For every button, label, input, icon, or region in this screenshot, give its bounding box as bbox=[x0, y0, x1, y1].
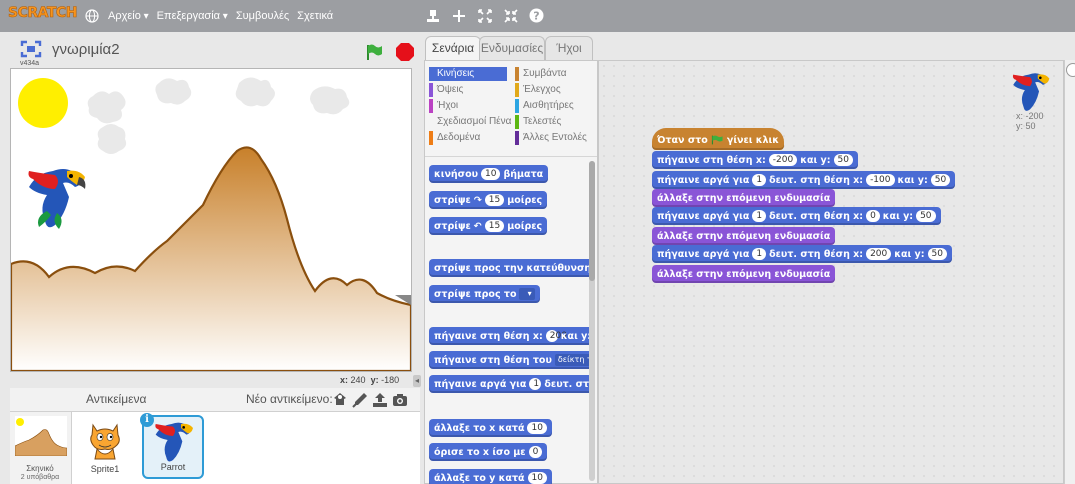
rotate-counterclockwise-icon: ↶ bbox=[473, 220, 482, 232]
grow-icon[interactable] bbox=[476, 7, 493, 24]
current-sprite-preview bbox=[1012, 73, 1050, 111]
block-glide[interactable]: πήγαινε αργά για 1 δευτ. στη θέση x: -100 κα… bbox=[652, 171, 956, 189]
menu-edit[interactable]: Επεξεργασία bbox=[157, 10, 228, 22]
info-icon[interactable]: i bbox=[140, 413, 154, 427]
block-change-y[interactable]: άλλαξε το y κατά 10 bbox=[429, 469, 552, 484]
scripts-scrollbar[interactable] bbox=[1064, 60, 1075, 484]
new-sprite-label: Νέο αντικείμενο: bbox=[246, 392, 333, 406]
block-move-steps[interactable]: κινήσου 10 βήματα bbox=[429, 165, 549, 183]
block-when-flag-clicked[interactable]: Όταν στο γίνει κλικ bbox=[652, 128, 784, 150]
cat-sprite-thumbnail bbox=[90, 423, 120, 460]
category-more-blocks[interactable]: Άλλες Εντολές bbox=[515, 131, 593, 145]
presentation-mode-icon[interactable] bbox=[20, 40, 42, 58]
sun bbox=[18, 78, 68, 128]
menu-file[interactable]: Αρχείο bbox=[108, 10, 149, 22]
zoom-icon[interactable] bbox=[1066, 63, 1075, 77]
mouse-coordinates: x: 240 y: -180 bbox=[340, 375, 400, 385]
sprite-name-sprite1: Sprite1 bbox=[90, 464, 120, 474]
block-glide[interactable]: πήγαινε αργά για1δευτ. στη θέση bbox=[429, 375, 595, 393]
tab-sounds[interactable]: Ήχοι bbox=[545, 36, 593, 60]
category-motion[interactable]: Κινήσεις bbox=[429, 67, 507, 81]
stage-thumbnail-panel[interactable]: Σκηνικό 2 υπόβαθρα bbox=[10, 412, 72, 484]
sprite-tile-parrot[interactable]: i Parrot bbox=[140, 413, 204, 479]
point-towards-dropdown: ▾ bbox=[519, 288, 535, 300]
project-title[interactable]: γνωριμία2 bbox=[52, 41, 120, 58]
stage-thumbnail bbox=[15, 416, 67, 456]
menu-tips[interactable]: Συμβουλές bbox=[236, 10, 289, 22]
sprite-library-icon[interactable] bbox=[332, 392, 348, 408]
delete-scissors-icon[interactable] bbox=[450, 7, 467, 24]
language-globe-icon[interactable] bbox=[84, 8, 100, 24]
version-label: v434a bbox=[20, 60, 40, 67]
stop-icon[interactable] bbox=[395, 42, 415, 62]
category-control[interactable]: Έλεγχος bbox=[515, 83, 593, 97]
camera-icon[interactable] bbox=[392, 392, 408, 408]
sprites-label: Αντικείμενα bbox=[86, 392, 147, 406]
parrot-sprite-thumbnail bbox=[155, 422, 193, 462]
stage-tile-name: Σκηνικό bbox=[26, 464, 54, 473]
sprite-list: Sprite1 i Parrot bbox=[72, 412, 420, 484]
category-sensing[interactable]: Αισθητήρες bbox=[515, 99, 593, 113]
block-palette: Κινήσεις Συμβάντα Όψεις Έλεγχος Ήχοι Αισ… bbox=[424, 60, 598, 484]
block-turn-right[interactable]: στρίψε ↷ 15 μοίρες bbox=[429, 191, 548, 209]
block-glide[interactable]: πήγαινε αργά για 1 δευτ. στη θέση x: 0 και y… bbox=[652, 207, 941, 225]
sprite-name-parrot: Parrot bbox=[160, 462, 186, 472]
palette-scrollbar[interactable] bbox=[589, 161, 595, 481]
menu-about[interactable]: Σχετικά bbox=[297, 10, 333, 22]
block-glide[interactable]: πήγαινε αργά για 1 δευτ. στη θέση x: 200 και… bbox=[652, 245, 952, 263]
block-point-towards[interactable]: στρίψε προς το ▾ bbox=[429, 285, 540, 303]
block-point-in-direction[interactable]: στρίψε προς την κατεύθυνση90 bbox=[429, 259, 595, 277]
sprite-position-readout: x: -200 y: 50 bbox=[1016, 111, 1044, 131]
block-set-x[interactable]: όρισε το x ίσο με 0 bbox=[429, 443, 548, 461]
rotate-clockwise-icon: ↷ bbox=[473, 194, 482, 206]
block-go-to-xy[interactable]: πήγαινε στη θέση x: -200 και y: 50 bbox=[652, 151, 858, 169]
block-next-costume[interactable]: άλλαξε στην επόμενη ενδυμασία bbox=[652, 189, 836, 207]
category-data[interactable]: Δεδομένα bbox=[429, 131, 507, 145]
block-turn-left[interactable]: στρίψε ↶ 15 μοίρες bbox=[429, 217, 548, 235]
category-events[interactable]: Συμβάντα bbox=[515, 67, 593, 81]
shrink-icon[interactable] bbox=[502, 7, 519, 24]
sprite-tile-sprite1[interactable]: Sprite1 bbox=[74, 415, 136, 479]
upload-sprite-icon[interactable] bbox=[372, 392, 388, 408]
category-selector: Κινήσεις Συμβάντα Όψεις Έλεγχος Ήχοι Αισ… bbox=[425, 61, 597, 156]
green-flag-icon[interactable] bbox=[365, 42, 385, 62]
block-go-to-sprite[interactable]: πήγαινε στη θέση τουδείκτη του ποντικιού bbox=[429, 351, 595, 369]
stage-tile-backdrops: 2 υπόβαθρα bbox=[20, 474, 60, 481]
stage-canvas[interactable] bbox=[10, 68, 412, 372]
help-icon[interactable]: ? bbox=[528, 7, 545, 24]
block-next-costume[interactable]: άλλαξε στην επόμενη ενδυμασία bbox=[652, 265, 836, 283]
category-operators[interactable]: Τελεστές bbox=[515, 115, 593, 129]
sprites-header: Αντικείμενα Νέο αντικείμενο: bbox=[10, 388, 420, 412]
category-pen[interactable]: Σχεδιασμοί Πένας bbox=[433, 115, 511, 129]
menu-bar: SCRATCH Αρχείο Επεξεργασία Συμβουλές Σχε… bbox=[0, 0, 1075, 32]
block-change-x[interactable]: άλλαξε το x κατά 10 bbox=[429, 419, 552, 437]
svg-text:?: ? bbox=[533, 10, 539, 23]
scratch-logo[interactable]: SCRATCH bbox=[8, 5, 78, 27]
paint-brush-icon[interactable] bbox=[352, 392, 368, 408]
block-go-to-xy[interactable]: πήγαινε στη θέση x: 200 και y: bbox=[429, 327, 595, 345]
category-sound[interactable]: Ήχοι bbox=[429, 99, 507, 113]
green-flag-icon bbox=[711, 135, 723, 145]
duplicate-stamp-icon[interactable] bbox=[424, 7, 441, 24]
category-looks[interactable]: Όψεις bbox=[429, 83, 507, 97]
stage-header: v434a γνωριμία2 bbox=[10, 38, 420, 67]
palette-divider bbox=[425, 156, 597, 157]
tab-scripts[interactable]: Σενάρια bbox=[425, 36, 481, 61]
tab-costumes[interactable]: Ενδυμασίες bbox=[479, 36, 545, 60]
block-next-costume[interactable]: άλλαξε στην επόμενη ενδυμασία bbox=[652, 227, 836, 245]
small-stage-toggle[interactable]: ◂ bbox=[413, 375, 421, 387]
